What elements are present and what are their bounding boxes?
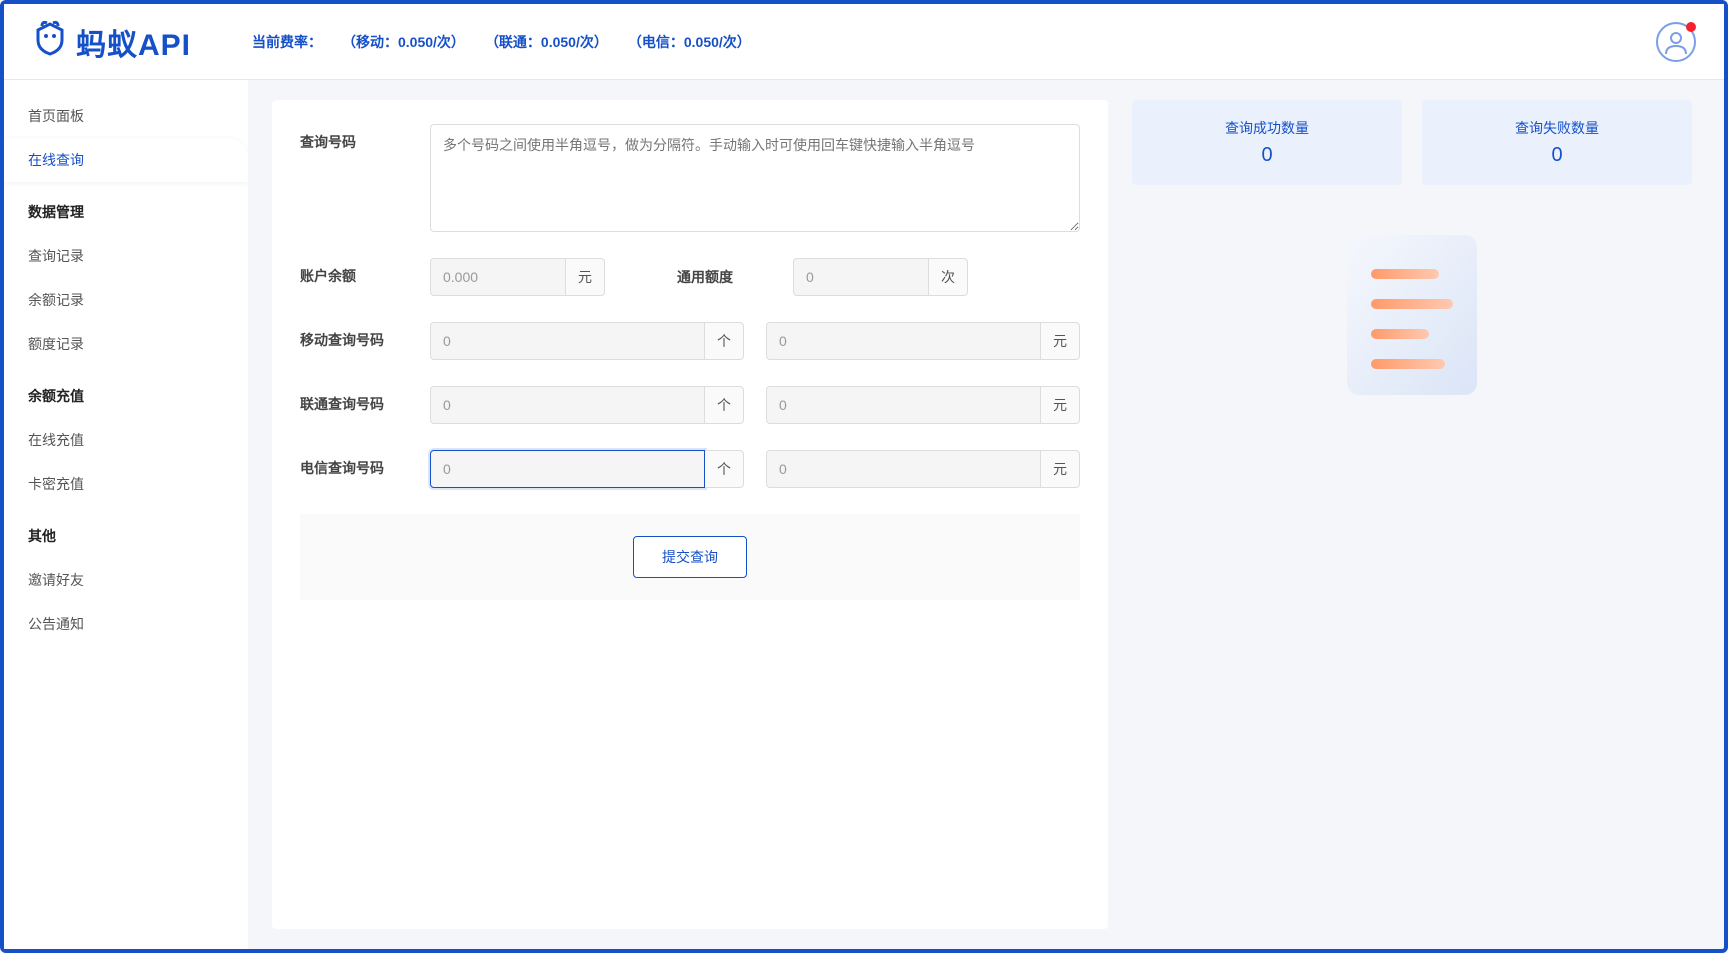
- quota-label: 通用额度: [677, 267, 733, 287]
- stats-panel: 查询成功数量 0 查询失败数量 0: [1132, 100, 1692, 929]
- quota-input: [793, 258, 929, 296]
- unicom-price-unit: 元: [1041, 386, 1080, 424]
- fail-stat-value: 0: [1434, 144, 1680, 167]
- sidebar-item-online-query[interactable]: 在线查询: [4, 138, 248, 182]
- mobile-count-unit: 个: [705, 322, 744, 360]
- avatar[interactable]: [1656, 22, 1696, 62]
- balance-input: [430, 258, 566, 296]
- rate-label: 当前费率：: [252, 32, 322, 52]
- unicom-count-unit: 个: [705, 386, 744, 424]
- telecom-price-input: [766, 450, 1041, 488]
- sidebar-group-data: 数据管理: [4, 190, 248, 234]
- sidebar-item-online-recharge[interactable]: 在线充值: [4, 418, 248, 462]
- quota-unit: 次: [929, 258, 968, 296]
- telecom-query-label: 电信查询号码: [300, 450, 430, 478]
- query-number-input[interactable]: [430, 124, 1080, 232]
- telecom-rate: （电信：0.050/次）: [628, 32, 751, 52]
- mobile-price-unit: 元: [1041, 322, 1080, 360]
- unicom-price-input: [766, 386, 1041, 424]
- mobile-count-input: [430, 322, 705, 360]
- mobile-price-input: [766, 322, 1041, 360]
- telecom-price-unit: 元: [1041, 450, 1080, 488]
- balance-unit: 元: [566, 258, 605, 296]
- telecom-count-unit: 个: [705, 450, 744, 488]
- sidebar-item-balance-records[interactable]: 余额记录: [4, 278, 248, 322]
- success-stat-card: 查询成功数量 0: [1132, 100, 1402, 185]
- sidebar-group-recharge: 余额充值: [4, 374, 248, 418]
- sidebar-item-invite[interactable]: 邀请好友: [4, 558, 248, 602]
- sidebar-item-dashboard[interactable]: 首页面板: [4, 94, 248, 138]
- sidebar-item-card-recharge[interactable]: 卡密充值: [4, 462, 248, 506]
- submit-query-button[interactable]: 提交查询: [633, 536, 747, 578]
- mobile-query-label: 移动查询号码: [300, 322, 430, 350]
- balance-label: 账户余额: [300, 258, 430, 286]
- sidebar-item-announcements[interactable]: 公告通知: [4, 602, 248, 646]
- success-stat-label: 查询成功数量: [1144, 118, 1390, 138]
- mobile-rate: （移动：0.050/次）: [342, 32, 465, 52]
- telecom-count-input: [430, 450, 705, 488]
- header: 蚂蚁API 当前费率： （移动：0.050/次） （联通：0.050/次） （电…: [4, 4, 1724, 80]
- unicom-query-label: 联通查询号码: [300, 386, 430, 414]
- query-form-panel: 查询号码 账户余额 元 通用额度 次: [272, 100, 1108, 929]
- sidebar-group-other: 其他: [4, 514, 248, 558]
- query-number-label: 查询号码: [300, 124, 430, 152]
- logo[interactable]: 蚂蚁API: [32, 20, 252, 64]
- logo-icon: [32, 20, 68, 64]
- unicom-rate: （联通：0.050/次）: [485, 32, 608, 52]
- empty-state-illustration: [1132, 225, 1692, 405]
- sidebar-item-query-records[interactable]: 查询记录: [4, 234, 248, 278]
- success-stat-value: 0: [1144, 144, 1390, 167]
- sidebar-item-quota-records[interactable]: 额度记录: [4, 322, 248, 366]
- notification-badge: [1686, 22, 1696, 32]
- logo-text: 蚂蚁API: [76, 20, 191, 64]
- rate-info: 当前费率： （移动：0.050/次） （联通：0.050/次） （电信：0.05…: [252, 32, 751, 52]
- user-icon: [1662, 28, 1690, 56]
- fail-stat-label: 查询失败数量: [1434, 118, 1680, 138]
- unicom-count-input: [430, 386, 705, 424]
- fail-stat-card: 查询失败数量 0: [1422, 100, 1692, 185]
- sidebar: 首页面板 在线查询 数据管理 查询记录 余额记录 额度记录 余额充值 在线充值 …: [4, 80, 248, 949]
